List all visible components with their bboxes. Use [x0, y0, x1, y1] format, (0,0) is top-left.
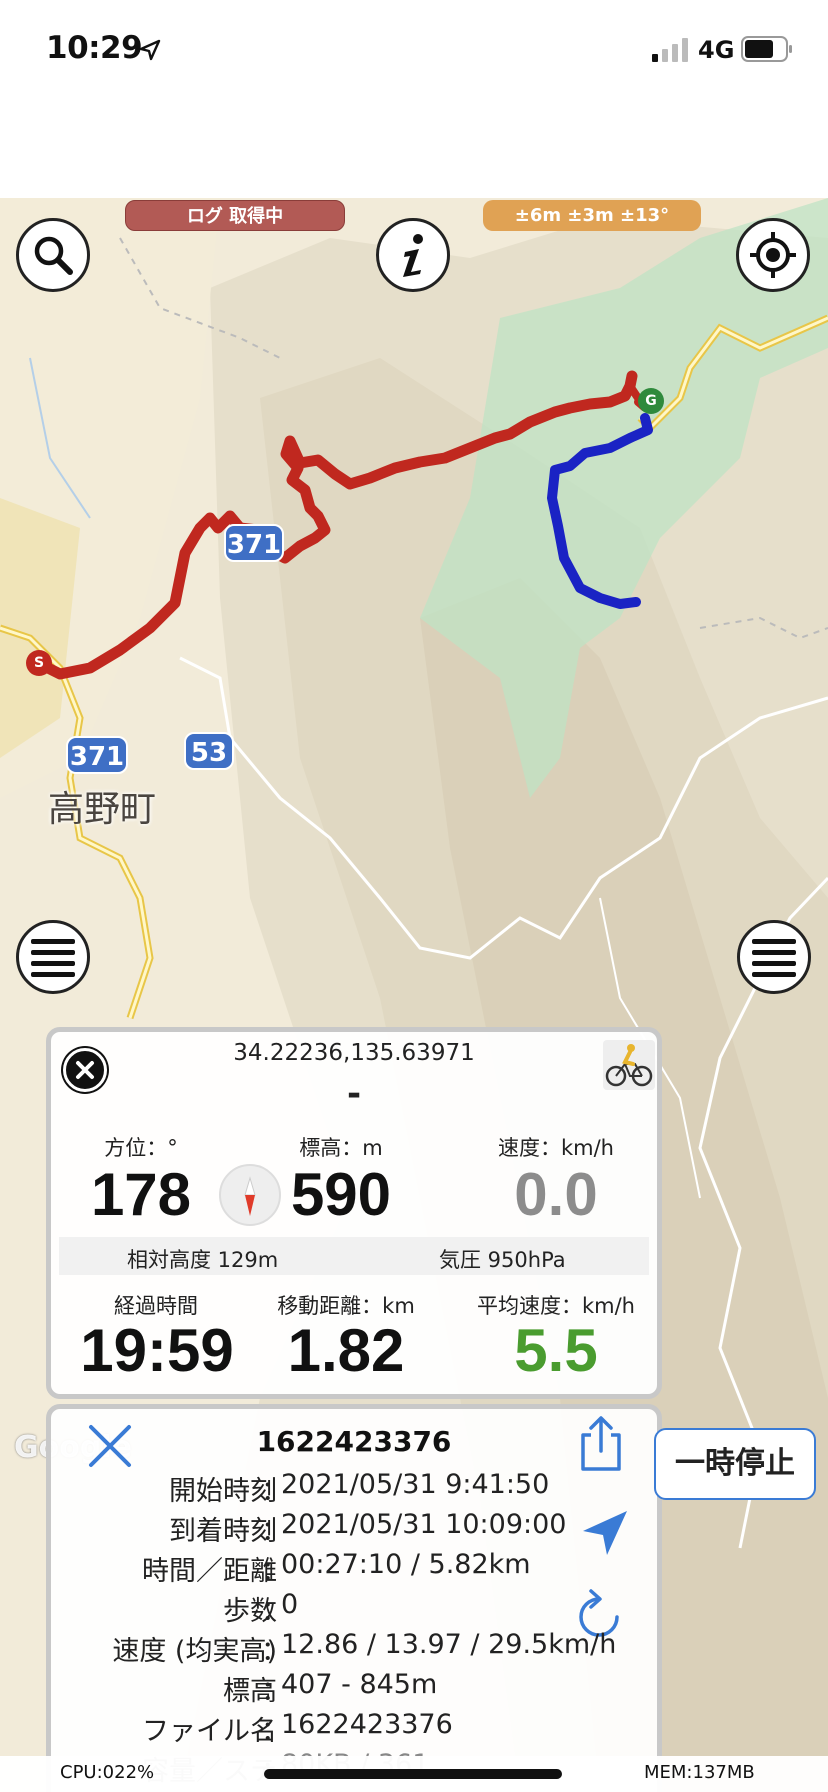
- bearing-label: 方位：°: [104, 1136, 178, 1160]
- average-speed-value: 5.5: [514, 1317, 598, 1384]
- cyclist-icon: [605, 1044, 653, 1087]
- hamburger-menu-icon: [31, 939, 75, 977]
- goal-marker[interactable]: G: [638, 388, 664, 414]
- navigation-arrow-icon[interactable]: [581, 1509, 629, 1557]
- log-key: 時間／距離: [142, 1556, 277, 1587]
- home-indicator[interactable]: [264, 1769, 562, 1779]
- search-icon: [34, 236, 73, 275]
- route-badge-371-lower: 371: [66, 736, 128, 774]
- system-footer: CPU:022% MEM:137MB: [0, 1756, 828, 1792]
- altitude-label: 標高：m: [299, 1136, 383, 1160]
- start-marker-label: S: [33, 655, 45, 671]
- speed-label: 速度：km/h: [497, 1136, 614, 1160]
- log-value: 2021/05/31 9:41:50: [281, 1469, 550, 1500]
- log-key: 速度 (均実高): [112, 1636, 277, 1667]
- log-detail-panel: 1622423376 開始時刻 ： 2021/05/31 9:41:50 到着時…: [46, 1404, 662, 1792]
- network-type: 4G: [698, 36, 735, 64]
- start-marker[interactable]: S: [26, 650, 52, 676]
- coordinates-text: 34.22236,135.63971: [233, 1040, 475, 1066]
- mode-selector[interactable]: [603, 1040, 655, 1090]
- location-arrow-icon: [139, 39, 161, 61]
- log-value: 0: [281, 1589, 299, 1620]
- place-name: -: [346, 1074, 362, 1114]
- accuracy-badge: ±6m ±3m ±13°: [483, 200, 701, 231]
- status-time: 10:29: [46, 30, 143, 66]
- log-value: 407 - 845m: [281, 1669, 438, 1700]
- relative-altitude-text: 相対高度 129m: [127, 1248, 279, 1272]
- log-status-badge[interactable]: ログ 取得中: [125, 200, 345, 231]
- left-menu-button[interactable]: [16, 920, 90, 994]
- log-key: ファイル名: [142, 1716, 277, 1747]
- route-badge-371-upper: 371: [224, 524, 284, 562]
- altitude-value: 590: [290, 1161, 392, 1228]
- town-label: 高野町: [48, 789, 157, 830]
- info-icon: [403, 234, 423, 277]
- search-button[interactable]: [16, 218, 90, 292]
- log-value: 2021/05/31 10:09:00: [281, 1509, 567, 1540]
- memory-usage: MEM:137MB: [644, 1762, 755, 1783]
- status-bar: 10:29 4G: [0, 0, 828, 198]
- goal-marker-label: G: [645, 393, 657, 409]
- info-panel: 34.22236,135.63971 - 方位：° 178 標高：m 590 速…: [46, 1027, 662, 1399]
- current-location-button[interactable]: [736, 218, 810, 292]
- info-button[interactable]: [376, 218, 450, 292]
- battery-icon: [741, 36, 792, 62]
- elapsed-time-value: 19:59: [80, 1317, 234, 1384]
- log-title: 1622423376: [256, 1425, 452, 1458]
- route-badge-53: 53: [184, 732, 234, 770]
- log-value: 1622423376: [281, 1709, 453, 1740]
- pressure-text: 気圧 950hPa: [439, 1248, 566, 1272]
- bearing-value: 178: [90, 1161, 192, 1228]
- speed-value: 0.0: [514, 1161, 598, 1228]
- share-icon[interactable]: [575, 1415, 627, 1473]
- distance-value: 1.82: [287, 1317, 405, 1384]
- signal-strength-icon: [652, 38, 688, 62]
- crosshair-target-icon: [750, 232, 796, 278]
- log-value: 00:27:10 / 5.82km: [281, 1549, 531, 1580]
- pause-button[interactable]: 一時停止: [654, 1428, 816, 1500]
- log-value: 12.86 / 13.97 / 29.5km/h: [281, 1629, 617, 1660]
- cpu-usage: CPU:022%: [60, 1762, 155, 1783]
- right-menu-button[interactable]: [737, 920, 811, 994]
- hamburger-menu-icon: [752, 939, 796, 977]
